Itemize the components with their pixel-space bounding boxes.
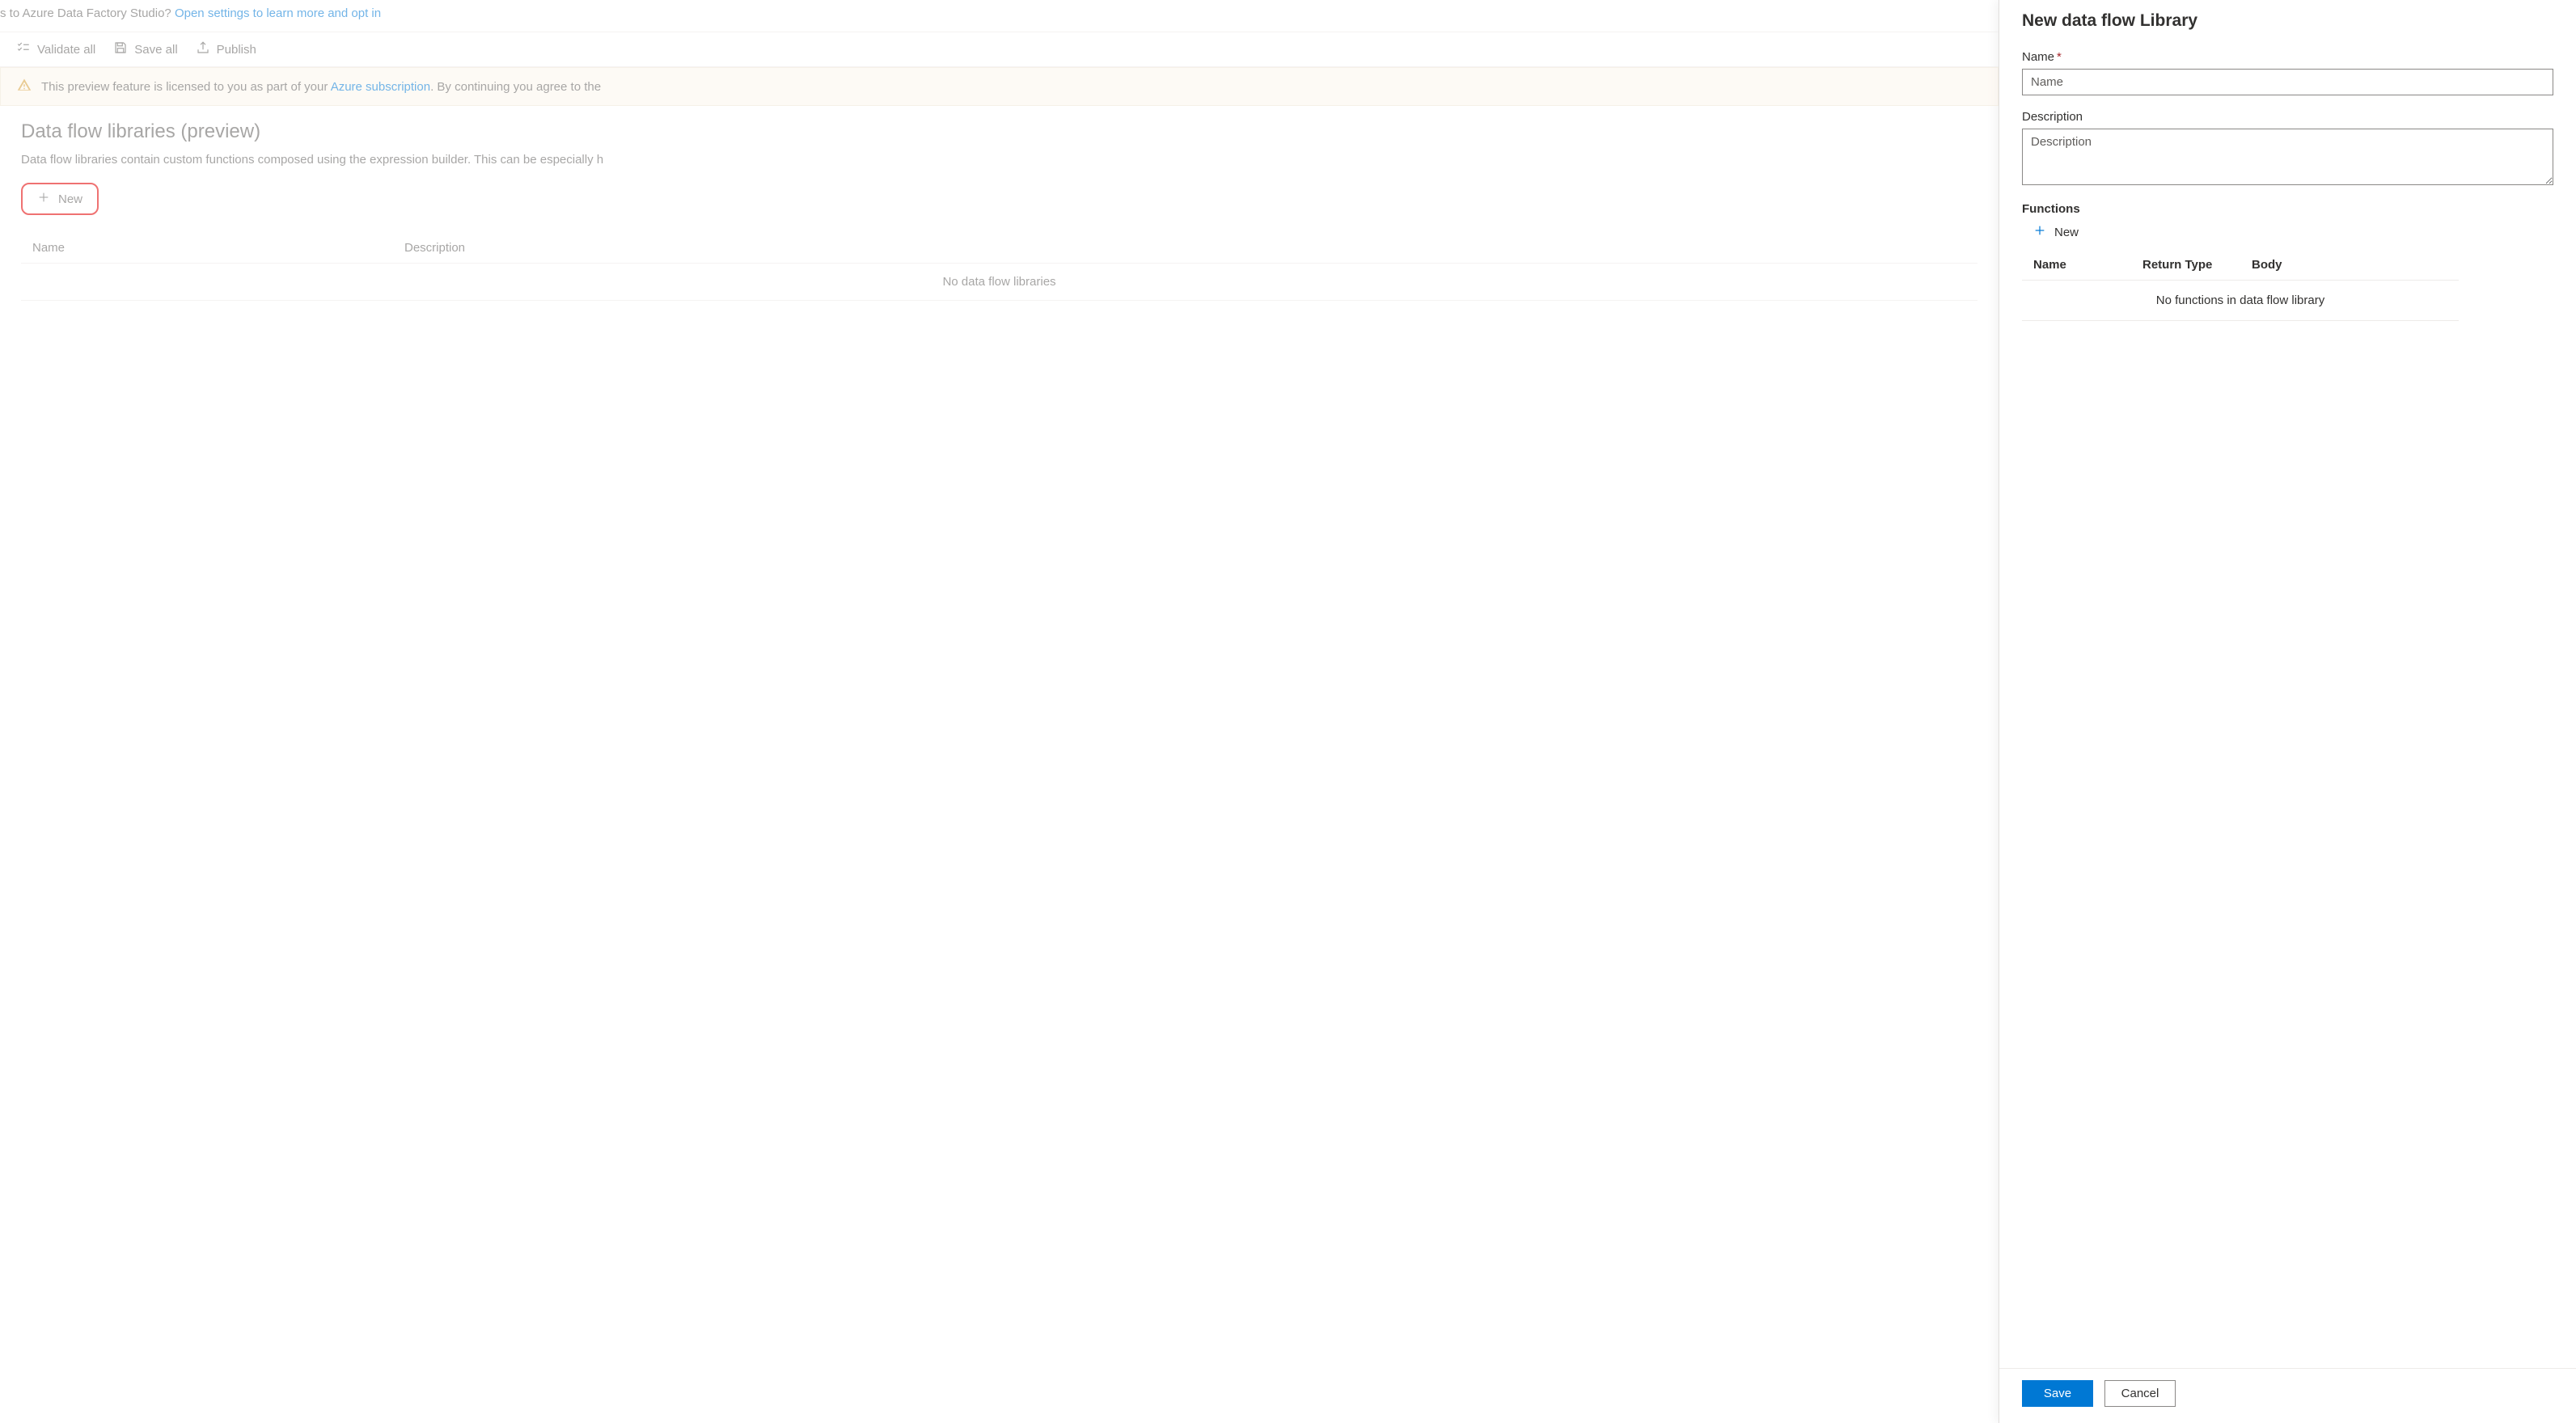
plus-icon — [2033, 224, 2046, 240]
cancel-button[interactable]: Cancel — [2104, 1380, 2176, 1407]
col-header-name: Name — [32, 241, 404, 255]
panel-footer: Save Cancel — [1999, 1368, 2576, 1423]
save-all-button[interactable]: Save all — [113, 40, 177, 58]
validate-all-label: Validate all — [37, 43, 95, 57]
description-input[interactable] — [2022, 129, 2553, 185]
validate-all-button[interactable]: Validate all — [16, 40, 95, 58]
libraries-table: Name Description No data flow libraries — [21, 233, 1977, 301]
warning-icon — [17, 78, 32, 95]
description-label: Description — [2022, 110, 2553, 124]
new-library-panel: New data flow Library Name* Description … — [1999, 0, 2576, 1423]
top-banner: s to Azure Data Factory Studio? Open set… — [0, 0, 1999, 32]
azure-subscription-link[interactable]: Azure subscription — [331, 80, 430, 94]
toolbar: Validate all Save all Publish — [0, 32, 1999, 67]
top-banner-text: s to Azure Data Factory Studio? — [0, 6, 175, 20]
libraries-table-header: Name Description — [21, 233, 1977, 264]
publish-button[interactable]: Publish — [196, 40, 256, 58]
panel-title: New data flow Library — [2022, 11, 2553, 31]
save-all-label: Save all — [134, 43, 177, 57]
libraries-empty-row: No data flow libraries — [21, 264, 1977, 301]
main-content: s to Azure Data Factory Studio? Open set… — [0, 0, 1999, 1423]
col-header-description: Description — [404, 241, 1966, 255]
preview-info-text: This preview feature is licensed to you … — [41, 80, 601, 94]
new-function-button[interactable]: New — [2027, 221, 2085, 243]
save-button[interactable]: Save — [2022, 1380, 2093, 1407]
upload-icon — [196, 40, 210, 58]
new-library-label: New — [58, 192, 82, 206]
fn-col-name: Name — [2033, 258, 2142, 272]
functions-empty-row: No functions in data flow library — [2022, 281, 2459, 321]
preview-info-banner: This preview feature is licensed to you … — [0, 67, 1999, 106]
new-function-label: New — [2054, 226, 2079, 239]
save-icon — [113, 40, 128, 58]
functions-table: Name Return Type Body No functions in da… — [2022, 250, 2459, 321]
page-title: Data flow libraries (preview) — [21, 120, 1977, 143]
functions-label: Functions — [2022, 202, 2553, 216]
top-banner-link[interactable]: Open settings to learn more and opt in — [175, 6, 381, 20]
required-asterisk: * — [2057, 50, 2062, 64]
name-label: Name* — [2022, 50, 2553, 64]
functions-table-header: Name Return Type Body — [2022, 250, 2459, 281]
fn-col-return: Return Type — [2142, 258, 2252, 272]
publish-label: Publish — [217, 43, 256, 57]
page-description: Data flow libraries contain custom funct… — [21, 153, 1977, 167]
plus-icon — [37, 191, 50, 207]
name-input[interactable] — [2022, 69, 2553, 95]
fn-col-body: Body — [2252, 258, 2447, 272]
new-library-button[interactable]: New — [21, 183, 99, 215]
checkmark-list-icon — [16, 40, 31, 58]
